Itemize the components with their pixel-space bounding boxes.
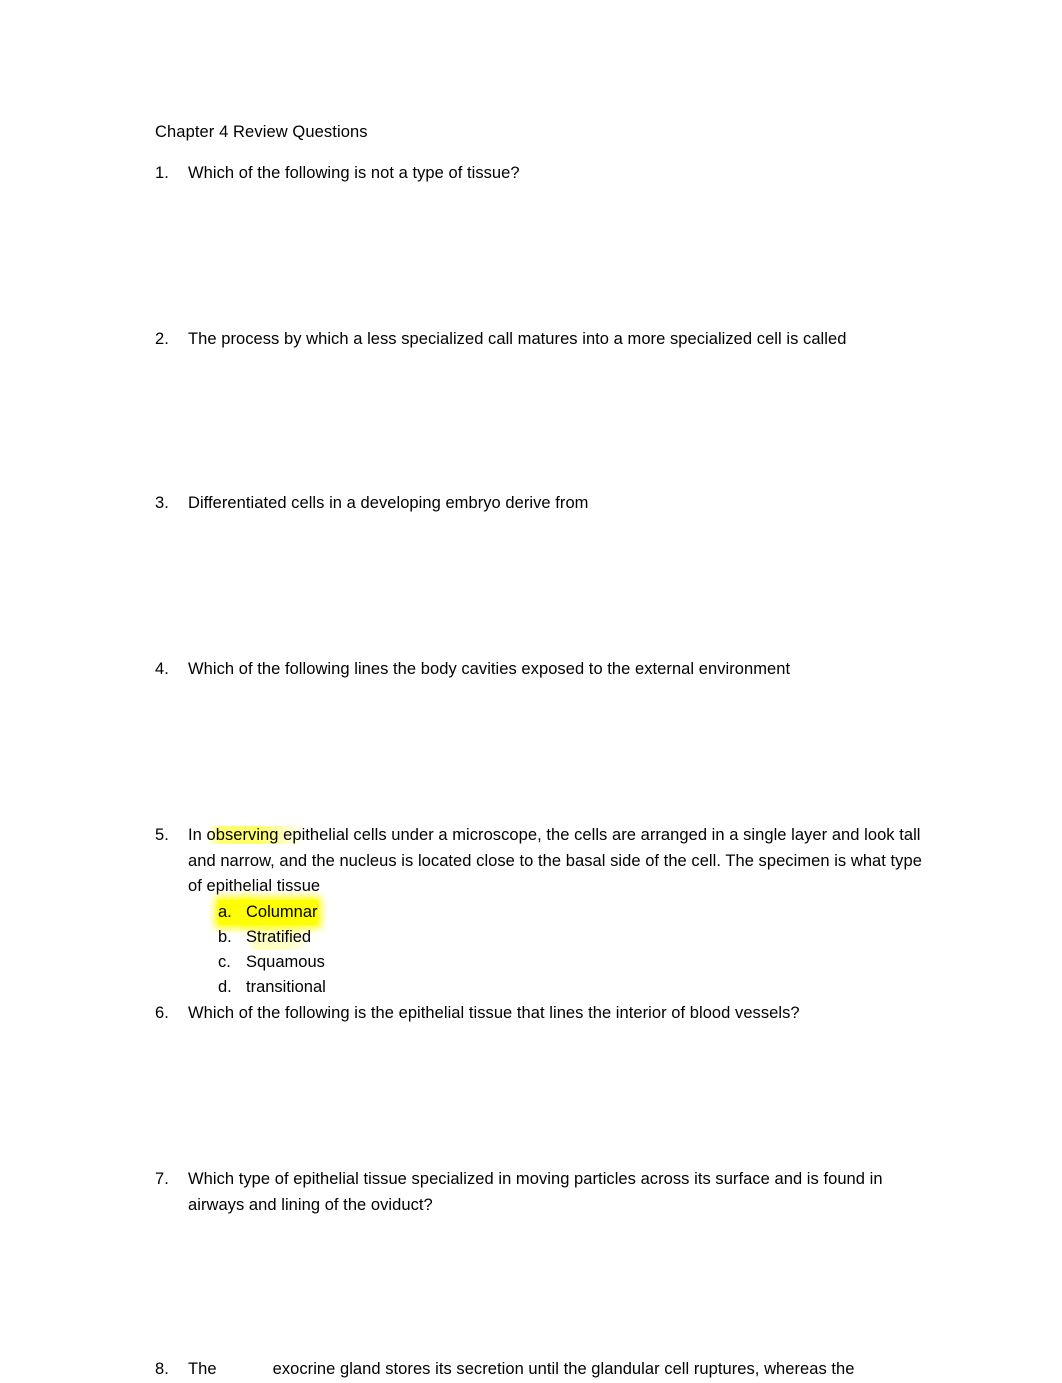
option-letter-c: c. bbox=[218, 953, 231, 971]
option-item-d[interactable]: d. transitional bbox=[218, 975, 326, 1000]
question-8-text-after-blank: exocrine gland stores its secretion unti… bbox=[272, 1360, 855, 1378]
option-label-a: Columnar bbox=[246, 900, 318, 925]
question-text-4: Which of the following lines the body ca… bbox=[188, 660, 791, 678]
document-page: Chapter 4 Review Questions 1. Which of t… bbox=[0, 0, 1062, 1378]
question-number-7: 7. bbox=[155, 1170, 169, 1188]
question-item-4: 4. Which of the following lines the body… bbox=[155, 657, 945, 683]
question-text-6: Which of the following is the epithelial… bbox=[188, 1004, 800, 1022]
question-item-1: 1. Which of the following is not a type … bbox=[155, 161, 945, 187]
question-5-highlighted-phrase: observing epi bbox=[206, 826, 306, 844]
question-text-2: The process by which a less specialized … bbox=[188, 330, 847, 348]
question-8-text-before-blank: The bbox=[188, 1360, 217, 1378]
option-label-c: Squamous bbox=[246, 953, 325, 971]
question-number-6: 6. bbox=[155, 1004, 169, 1022]
question-number-5: 5. bbox=[155, 826, 169, 844]
question-text-5: In observing epithelial cells under a mi… bbox=[188, 823, 936, 900]
option-label-d: transitional bbox=[246, 978, 326, 996]
option-item-c[interactable]: c. Squamous bbox=[218, 950, 326, 975]
question-item-6: 6. Which of the following is the epithel… bbox=[155, 1001, 945, 1027]
question-item-7: 7. Which type of epithelial tissue speci… bbox=[155, 1167, 945, 1218]
question-number-4: 4. bbox=[155, 660, 169, 678]
question-text-3: Differentiated cells in a developing emb… bbox=[188, 494, 589, 512]
question-text-8: The exocrine gland stores its secretion u… bbox=[188, 1357, 936, 1383]
question-number-3: 3. bbox=[155, 494, 169, 512]
question-item-8: 8. The exocrine gland stores its secretio… bbox=[155, 1357, 945, 1383]
question-item-2: 2. The process by which a less specializ… bbox=[155, 327, 945, 353]
option-item-b[interactable]: b. Stratified bbox=[218, 925, 326, 950]
question-item-5: 5. In observing epithelial cells under a… bbox=[155, 823, 945, 900]
question-number-1: 1. bbox=[155, 164, 169, 182]
option-item-a[interactable]: a. Columnar bbox=[218, 900, 326, 925]
question-number-2: 2. bbox=[155, 330, 169, 348]
question-text-7: Which type of epithelial tissue speciali… bbox=[188, 1170, 883, 1214]
option-letter-b: b. bbox=[218, 928, 232, 946]
option-letter-a: a. bbox=[218, 900, 246, 925]
option-label-b: Stratified bbox=[246, 925, 312, 950]
question-item-3: 3. Differentiated cells in a developing … bbox=[155, 491, 945, 517]
question-text-1: Which of the following is not a type of … bbox=[188, 164, 520, 182]
question-number-8: 8. bbox=[155, 1360, 169, 1378]
question-5-text-segment-1: In bbox=[188, 826, 207, 844]
option-letter-d: d. bbox=[218, 978, 232, 996]
page-title: Chapter 4 Review Questions bbox=[155, 123, 368, 141]
question-5-options: a. Columnar b. Stratified c. Squamous d. tra… bbox=[218, 900, 326, 1000]
